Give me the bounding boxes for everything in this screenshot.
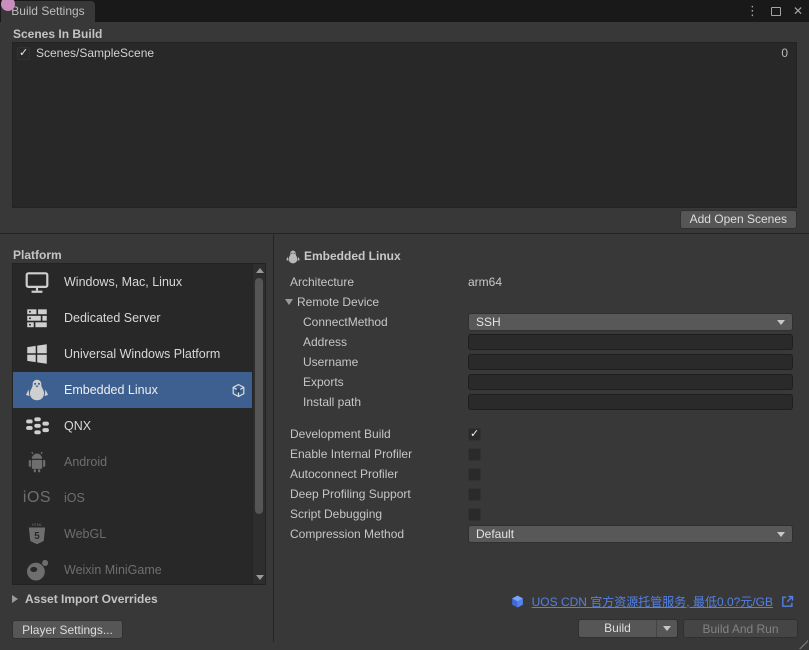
titlebar: Build Settings ⋮ ✕	[0, 0, 809, 22]
uos-cube-icon	[510, 594, 525, 609]
platform-label: Windows, Mac, Linux	[64, 275, 182, 289]
scenes-in-build-header: Scenes In Build	[13, 27, 102, 41]
svg-text:HTML: HTML	[32, 522, 43, 527]
platform-label: Android	[64, 455, 107, 469]
platform-list: Windows, Mac, Linux Dedicated Server Uni…	[12, 263, 266, 585]
ios-icon: iOS	[23, 484, 51, 512]
platform-item-universal-windows-platform[interactable]: Universal Windows Platform	[13, 336, 253, 372]
html5-shield-icon: HTML 5	[23, 520, 51, 548]
android-robot-icon	[23, 448, 51, 476]
scene-checkbox[interactable]	[17, 47, 30, 60]
install-path-field[interactable]	[468, 394, 793, 410]
uos-cdn-link[interactable]: UOS CDN 官方资源托管服务, 最低0.0?元/GB	[532, 593, 773, 610]
exports-label: Exports	[285, 375, 468, 389]
address-field[interactable]	[468, 334, 793, 350]
scrollbar-thumb[interactable]	[255, 278, 263, 514]
platform-label: Dedicated Server	[64, 311, 161, 325]
autoconnect-profiler-label: Autoconnect Profiler	[285, 467, 468, 481]
platform-item-windows-mac-linux[interactable]: Windows, Mac, Linux	[13, 264, 253, 300]
username-field[interactable]	[468, 354, 793, 370]
foldout-open-icon	[285, 299, 293, 305]
desktop-monitor-icon	[23, 268, 51, 296]
svg-text:5: 5	[34, 531, 40, 542]
connect-method-label: ConnectMethod	[285, 315, 468, 329]
development-build-label: Development Build	[285, 427, 468, 441]
scenes-list[interactable]: Scenes/SampleScene 0	[12, 42, 797, 208]
platform-item-weixin-minigame[interactable]: Weixin MiniGame	[13, 552, 253, 585]
platform-label: iOS	[64, 491, 85, 505]
compression-method-dropdown[interactable]: Default	[468, 525, 793, 543]
remote-device-label: Remote Device	[297, 295, 379, 309]
build-button[interactable]: Build	[578, 619, 678, 638]
vertical-divider	[273, 234, 274, 642]
install-path-label: Install path	[285, 395, 468, 409]
platform-label: WebGL	[64, 527, 106, 541]
module-cube-icon	[231, 383, 246, 398]
platform-label: Weixin MiniGame	[64, 563, 162, 577]
exports-field[interactable]	[468, 374, 793, 390]
architecture-label: Architecture	[285, 275, 468, 289]
scroll-down-icon[interactable]	[256, 575, 264, 580]
deep-profiling-support-checkbox[interactable]	[468, 488, 481, 501]
add-open-scenes-button[interactable]: Add Open Scenes	[680, 210, 797, 229]
script-debugging-checkbox[interactable]	[468, 508, 481, 521]
resize-grip[interactable]	[798, 639, 808, 649]
scroll-up-icon[interactable]	[256, 268, 264, 273]
build-button-label[interactable]: Build	[579, 620, 656, 637]
platform-item-android[interactable]: Android	[13, 444, 253, 480]
platform-item-dedicated-server[interactable]: Dedicated Server	[13, 300, 253, 336]
embedded-linux-penguin-icon	[285, 249, 301, 265]
script-debugging-label: Script Debugging	[285, 507, 468, 521]
username-label: Username	[285, 355, 468, 369]
build-and-run-button[interactable]: Build And Run	[683, 619, 798, 638]
platform-item-ios[interactable]: iOS iOS	[13, 480, 253, 516]
platform-header: Platform	[13, 248, 62, 262]
platform-settings-panel: Embedded Linux Architecture arm64 Remote…	[285, 246, 797, 544]
scene-build-index: 0	[781, 46, 788, 60]
address-label: Address	[285, 335, 468, 349]
enable-internal-profiler-checkbox[interactable]	[468, 448, 481, 461]
external-link-icon[interactable]	[780, 594, 795, 609]
platform-item-qnx[interactable]: QNX	[13, 408, 253, 444]
weixin-minigame-icon	[23, 556, 51, 584]
platform-item-embedded-linux[interactable]: Embedded Linux	[13, 372, 253, 408]
settings-panel-title: Embedded Linux	[304, 249, 401, 263]
build-dropdown-arrow[interactable]	[657, 626, 677, 631]
development-build-checkbox[interactable]	[468, 428, 481, 441]
remote-device-foldout[interactable]: Remote Device	[285, 295, 468, 309]
architecture-value: arm64	[468, 275, 793, 289]
build-settings-window: Build Settings ⋮ ✕ Scenes In Build Scene…	[0, 0, 809, 650]
chevron-down-icon	[777, 532, 785, 537]
platform-label: Embedded Linux	[64, 383, 158, 397]
tab-build-settings[interactable]: Build Settings	[1, 1, 95, 22]
asset-import-overrides-foldout[interactable]: Asset Import Overrides	[12, 592, 158, 606]
platform-item-webgl[interactable]: HTML 5 WebGL	[13, 516, 253, 552]
autoconnect-profiler-checkbox[interactable]	[468, 468, 481, 481]
platform-scrollbar[interactable]	[252, 264, 265, 584]
platform-label: Universal Windows Platform	[64, 347, 220, 361]
penguin-icon	[23, 376, 51, 404]
scene-row[interactable]: Scenes/SampleScene 0	[13, 43, 796, 63]
deep-profiling-support-label: Deep Profiling Support	[285, 487, 468, 501]
platform-label: QNX	[64, 419, 91, 433]
close-icon[interactable]: ✕	[793, 4, 803, 18]
server-rack-icon	[23, 304, 51, 332]
connect-method-dropdown[interactable]: SSH	[468, 313, 793, 331]
horizontal-divider	[0, 233, 809, 234]
player-settings-button[interactable]: Player Settings...	[12, 620, 123, 639]
chevron-down-icon	[663, 626, 671, 631]
compression-method-label: Compression Method	[285, 527, 468, 541]
windows-logo-icon	[23, 340, 51, 368]
uos-cdn-link-row: UOS CDN 官方资源托管服务, 最低0.0?元/GB	[510, 592, 795, 610]
foldout-closed-icon	[12, 595, 18, 603]
kebab-menu-icon[interactable]: ⋮	[746, 3, 759, 19]
chevron-down-icon	[777, 320, 785, 325]
qnx-dots-icon	[23, 412, 51, 440]
scene-name: Scenes/SampleScene	[36, 46, 154, 60]
enable-internal-profiler-label: Enable Internal Profiler	[285, 447, 468, 461]
asset-import-overrides-label: Asset Import Overrides	[25, 592, 158, 606]
maximize-icon[interactable]	[771, 7, 781, 16]
